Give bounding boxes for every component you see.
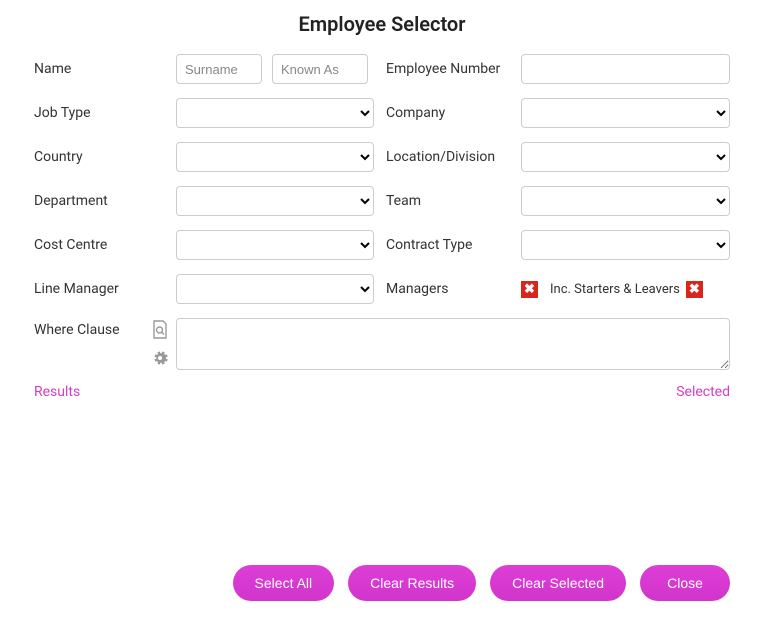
job-type-select[interactable] [176,98,374,128]
where-clause-label: Where Clause [34,318,144,370]
cost-centre-label: Cost Centre [34,237,176,253]
contract-type-label: Contract Type [386,237,521,253]
team-label: Team [386,193,521,209]
where-clause-textarea[interactable] [176,318,730,370]
location-division-select[interactable] [521,142,730,172]
location-division-label: Location/Division [386,149,521,165]
close-button[interactable]: Close [640,565,730,601]
page-title: Employee Selector [0,0,764,54]
tab-results[interactable]: Results [34,384,80,400]
department-select[interactable] [176,186,374,216]
inc-starters-leavers-checkbox[interactable]: ✖ [686,281,703,298]
filter-form: Name Employee Number Job Type Company Co… [0,54,764,304]
cost-centre-select[interactable] [176,230,374,260]
clear-results-button[interactable]: Clear Results [348,565,476,601]
company-label: Company [386,105,521,121]
employee-number-input[interactable] [521,54,730,84]
select-all-button[interactable]: Select All [233,565,335,601]
contract-type-select[interactable] [521,230,730,260]
button-bar: Select All Clear Results Clear Selected … [233,565,730,601]
country-label: Country [34,149,176,165]
tab-selected[interactable]: Selected [676,384,730,400]
line-manager-label: Line Manager [34,281,176,297]
search-doc-icon[interactable] [150,320,170,340]
team-select[interactable] [521,186,730,216]
inc-starters-leavers-label: Inc. Starters & Leavers [550,282,680,297]
gear-icon[interactable] [150,348,170,368]
job-type-label: Job Type [34,105,176,121]
managers-label: Managers [386,281,521,297]
country-select[interactable] [176,142,374,172]
employee-number-label: Employee Number [386,61,521,77]
known-as-input[interactable] [272,54,368,84]
company-select[interactable] [521,98,730,128]
surname-input[interactable] [176,54,262,84]
name-label: Name [34,61,176,77]
line-manager-select[interactable] [176,274,374,304]
department-label: Department [34,193,176,209]
managers-checkbox[interactable]: ✖ [521,281,538,298]
clear-selected-button[interactable]: Clear Selected [490,565,626,601]
